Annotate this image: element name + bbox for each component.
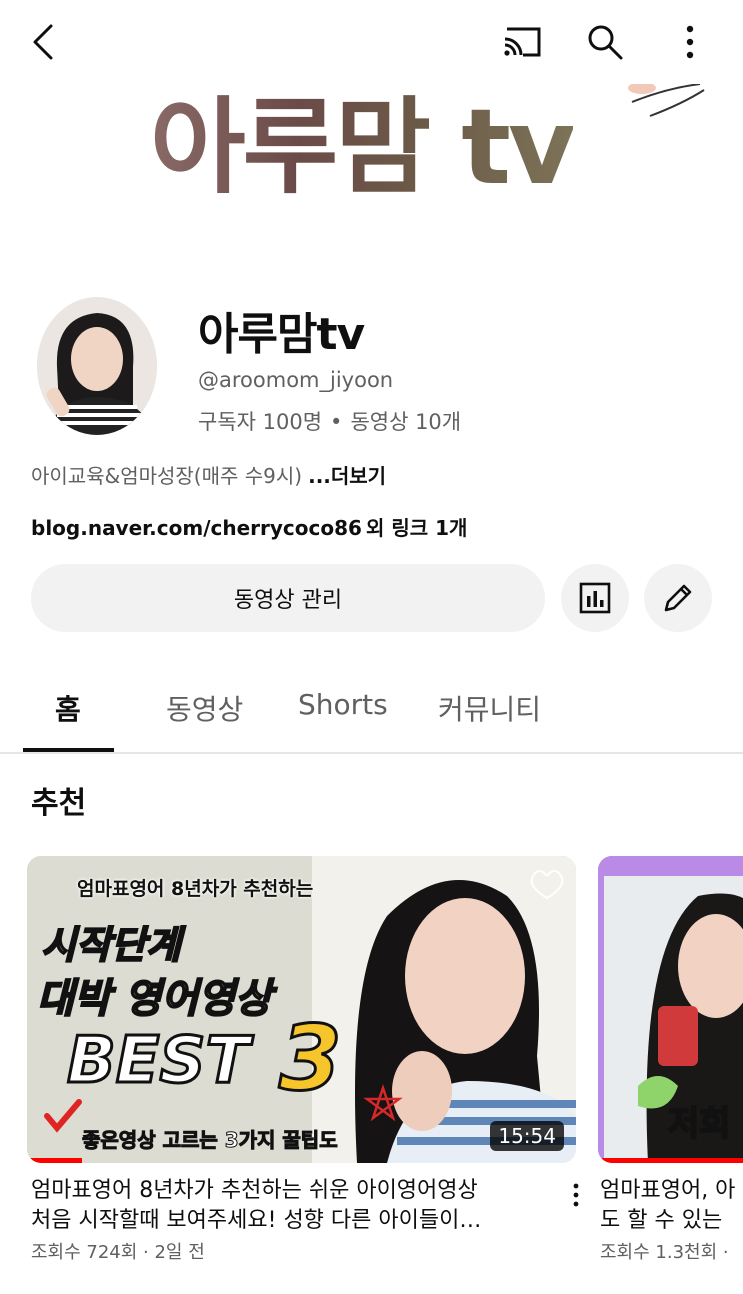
channel-name: 아루맘tv — [198, 309, 365, 360]
video2-title-line2: 도 할 수 있는 — [600, 1208, 723, 1233]
channel-link[interactable]: blog.naver.com/cherrycoco86 — [31, 516, 362, 540]
channel-banner: 아루맘 tv — [0, 84, 743, 254]
thumb-best: BEST — [65, 1023, 250, 1100]
tab-home[interactable]: 홈 — [55, 688, 81, 728]
thumb-line2: 대박 영어영상 — [36, 975, 273, 1023]
channel-handle: @aroomom_jiyoon — [198, 368, 394, 392]
manage-videos-button[interactable]: 동영상 관리 — [31, 564, 545, 632]
top-app-bar — [0, 0, 743, 84]
chevron-left-icon — [33, 24, 53, 60]
tab-videos[interactable]: 동영상 — [166, 688, 243, 728]
avatar-photo — [37, 297, 157, 435]
bar-chart-icon — [579, 582, 611, 614]
video-title-line1: 엄마표영어 8년차가 추천하는 쉬운 아이영어영상 — [31, 1178, 478, 1203]
cast-icon — [504, 27, 541, 57]
cast-button[interactable] — [498, 18, 546, 66]
thumb-number: 3 — [278, 1005, 344, 1113]
edit-channel-button[interactable] — [644, 564, 712, 632]
thumb-line1: 시작단계 — [40, 922, 182, 968]
more-vertical-icon — [686, 25, 694, 59]
video-menu-button[interactable] — [566, 1180, 586, 1210]
video-count: 동영상 10개 — [350, 410, 462, 434]
thumb2-overlay-text: 저희 — [667, 1103, 732, 1145]
subscriber-count: 구독자 100명 — [198, 410, 323, 434]
description-text: 아이교육&엄마성장(매주 수9시) — [31, 464, 303, 488]
pencil-icon — [664, 584, 692, 612]
video-duration: 15:54 — [490, 1121, 564, 1151]
more-link[interactable]: ...더보기 — [308, 464, 386, 488]
back-button[interactable] — [20, 18, 68, 66]
video2-title-line1: 엄마표영어, 아 — [600, 1178, 736, 1203]
tab-community[interactable]: 커뮤니티 — [438, 688, 541, 728]
active-tab-indicator — [23, 748, 114, 752]
banner-title: 아루맘 tv — [150, 86, 576, 208]
video-meta-2: 조회수 1.3천회 · — [600, 1242, 729, 1263]
video-thumbnail[interactable]: 엄마표영어 8년차가 추천하는 시작단계 대박 영어영상 BEST 3 좋은영상… — [27, 856, 576, 1163]
banner-decoration — [628, 84, 705, 117]
search-icon — [588, 25, 623, 60]
analytics-button[interactable] — [561, 564, 629, 632]
video-title-line2: 처음 시작할때 보여주세요! 성향 다른 아이들이… — [31, 1208, 482, 1233]
tab-shorts[interactable]: Shorts — [298, 688, 388, 721]
extra-links[interactable]: 외 링크 1개 — [366, 516, 467, 540]
channel-links[interactable]: blog.naver.com/cherrycoco86 외 링크 1개 — [31, 512, 467, 541]
channel-description[interactable]: 아이교육&엄마성장(매주 수9시) ...더보기 — [31, 460, 386, 489]
thumb-bottom-text: 좋은영상 고르는 3가지 꿀팁도 — [82, 1128, 339, 1153]
section-title: 추천 — [31, 786, 87, 821]
video-title[interactable]: 엄마표영어 8년차가 추천하는 쉬운 아이영어영상 처음 시작할때 보여주세요!… — [31, 1176, 556, 1236]
channel-tabs: 홈 동영상 Shorts 커뮤니티 — [0, 668, 743, 754]
video-thumbnail-2[interactable]: 저희 — [598, 856, 743, 1163]
video-meta: 조회수 724회 · 2일 전 — [31, 1242, 205, 1263]
watch-progress-bar — [27, 1158, 82, 1163]
search-button[interactable] — [581, 18, 629, 66]
more-vertical-icon — [573, 1183, 579, 1207]
stats-separator: • — [330, 410, 343, 434]
video-title-2[interactable]: 엄마표영어, 아 도 할 수 있는 — [600, 1176, 743, 1236]
channel-stats: 구독자 100명 • 동영상 10개 — [198, 406, 461, 436]
thumb-top-text: 엄마표영어 8년차가 추천하는 — [77, 878, 314, 900]
channel-avatar[interactable] — [37, 297, 157, 435]
more-options-button[interactable] — [666, 18, 714, 66]
